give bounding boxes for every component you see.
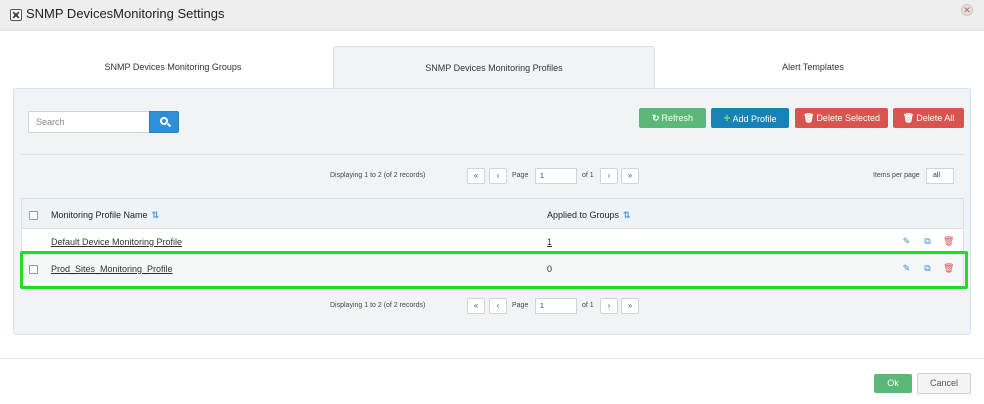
trash-icon: 🗑 — [803, 113, 815, 123]
add-profile-button[interactable]: + Add Profile — [711, 108, 789, 128]
column-label: Monitoring Profile Name — [51, 210, 148, 220]
edit-icon[interactable]: ✎ — [901, 236, 912, 247]
page-of-label: of 1 — [582, 172, 594, 179]
ok-button[interactable]: Ok — [874, 374, 912, 393]
tab-monitoring-profiles[interactable]: SNMP Devices Monitoring Profiles — [333, 46, 655, 89]
column-header-applied-groups[interactable]: Applied to Groups ⇅ — [547, 210, 631, 221]
items-per-page-label: Items per page — [873, 172, 920, 179]
prev-page-button[interactable]: ‹ — [489, 298, 507, 314]
last-page-button[interactable]: » — [621, 298, 639, 314]
delete-all-button[interactable]: 🗑 Delete All — [893, 108, 964, 128]
tab-alert-templates[interactable]: Alert Templates — [656, 46, 970, 88]
first-page-button[interactable]: « — [467, 168, 485, 184]
add-profile-label: Add Profile — [732, 114, 777, 124]
page-number-input[interactable] — [535, 168, 577, 184]
footer-divider — [0, 358, 984, 359]
select-all-checkbox[interactable] — [29, 211, 38, 220]
profile-name-link[interactable]: Default Device Monitoring Profile — [51, 237, 182, 247]
plus-icon: + — [723, 111, 731, 125]
page-of-label: of 1 — [582, 302, 594, 309]
row-highlight — [20, 251, 968, 289]
page-number-input[interactable] — [535, 298, 577, 314]
page-label: Page — [512, 172, 529, 179]
refresh-icon: ↻ — [651, 113, 660, 123]
sort-icon[interactable]: ⇅ — [623, 210, 631, 221]
copy-icon[interactable]: ⧉ — [922, 236, 933, 247]
settings-icon — [10, 9, 22, 21]
search-button[interactable] — [149, 111, 179, 133]
column-label: Applied to Groups — [547, 210, 620, 220]
pager-bottom: Displaying 1 to 2 (of 2 records) « ‹ Pag… — [0, 298, 984, 316]
table-header: Monitoring Profile Name ⇅ Applied to Grou… — [22, 199, 963, 229]
first-page-button[interactable]: « — [467, 298, 485, 314]
refresh-button[interactable]: ↻ Refresh — [639, 108, 706, 128]
divider — [21, 154, 964, 155]
trash-icon: 🗑 — [902, 113, 915, 123]
delete-selected-button[interactable]: 🗑 Delete Selected — [795, 108, 888, 128]
delete-selected-label: Delete Selected — [816, 113, 880, 123]
dialog-titlebar: SNMP DevicesMonitoring Settings ✕ — [0, 0, 984, 31]
dialog-title: SNMP DevicesMonitoring Settings — [26, 6, 225, 21]
delete-icon[interactable]: 🗑 — [943, 236, 954, 247]
pager-info: Displaying 1 to 2 (of 2 records) — [330, 302, 426, 309]
delete-all-label: Delete All — [916, 113, 955, 123]
column-header-profile-name[interactable]: Monitoring Profile Name ⇅ — [51, 210, 159, 221]
pager-top: Displaying 1 to 2 (of 2 records) « ‹ Pag… — [0, 168, 984, 186]
prev-page-button[interactable]: ‹ — [489, 168, 507, 184]
pager-info: Displaying 1 to 2 (of 2 records) — [330, 172, 426, 179]
refresh-label: Refresh — [661, 113, 694, 123]
page-label: Page — [512, 302, 529, 309]
search-input[interactable] — [28, 111, 150, 133]
items-per-page-select[interactable]: all — [926, 168, 954, 184]
sort-icon[interactable]: ⇅ — [152, 210, 160, 221]
close-icon[interactable]: ✕ — [961, 4, 973, 16]
cancel-button[interactable]: Cancel — [917, 373, 971, 394]
next-page-button[interactable]: › — [600, 168, 618, 184]
tab-monitoring-groups[interactable]: SNMP Devices Monitoring Groups — [14, 46, 332, 88]
applied-groups-link[interactable]: 1 — [547, 237, 552, 247]
last-page-button[interactable]: » — [621, 168, 639, 184]
next-page-button[interactable]: › — [600, 298, 618, 314]
